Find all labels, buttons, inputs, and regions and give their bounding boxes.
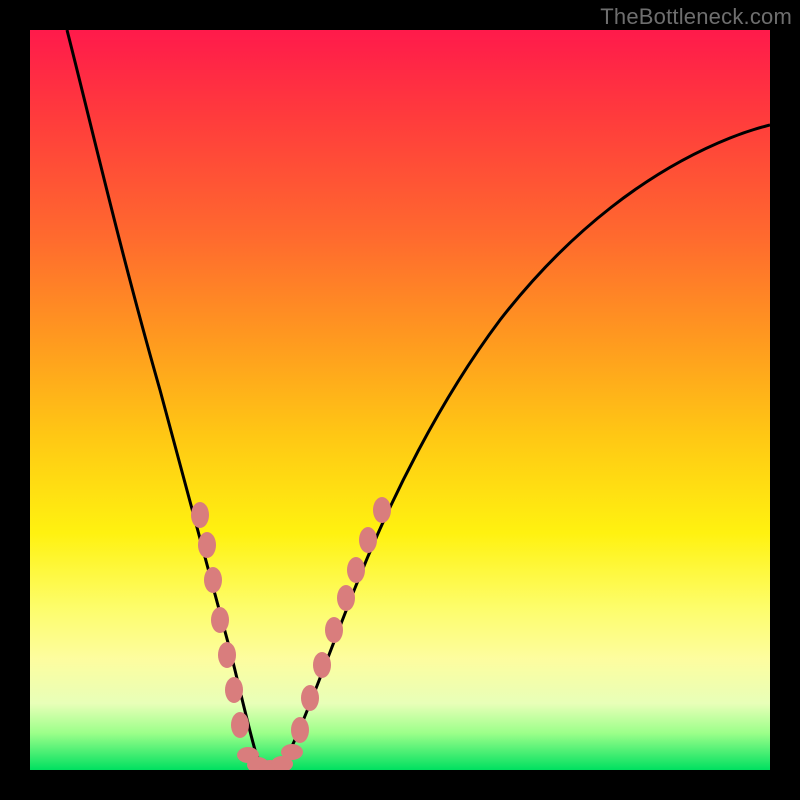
- curve-marker: [325, 617, 343, 643]
- curve-marker: [337, 585, 355, 611]
- bottleneck-curve-path: [67, 30, 770, 768]
- plot-area: [30, 30, 770, 770]
- curve-marker: [301, 685, 319, 711]
- curve-marker: [347, 557, 365, 583]
- chart-frame: TheBottleneck.com: [0, 0, 800, 800]
- curve-marker: [231, 712, 249, 738]
- curve-marker: [191, 502, 209, 528]
- watermark-text: TheBottleneck.com: [600, 4, 792, 30]
- bottleneck-curve-svg: [30, 30, 770, 770]
- curve-marker: [198, 532, 216, 558]
- curve-marker: [313, 652, 331, 678]
- curve-marker: [281, 744, 303, 760]
- curve-marker: [204, 567, 222, 593]
- curve-marker: [211, 607, 229, 633]
- markers-bottom-group: [237, 744, 303, 770]
- curve-marker: [359, 527, 377, 553]
- curve-marker: [218, 642, 236, 668]
- curve-marker: [291, 717, 309, 743]
- curve-marker: [225, 677, 243, 703]
- curve-marker: [373, 497, 391, 523]
- markers-left-group: [191, 502, 249, 738]
